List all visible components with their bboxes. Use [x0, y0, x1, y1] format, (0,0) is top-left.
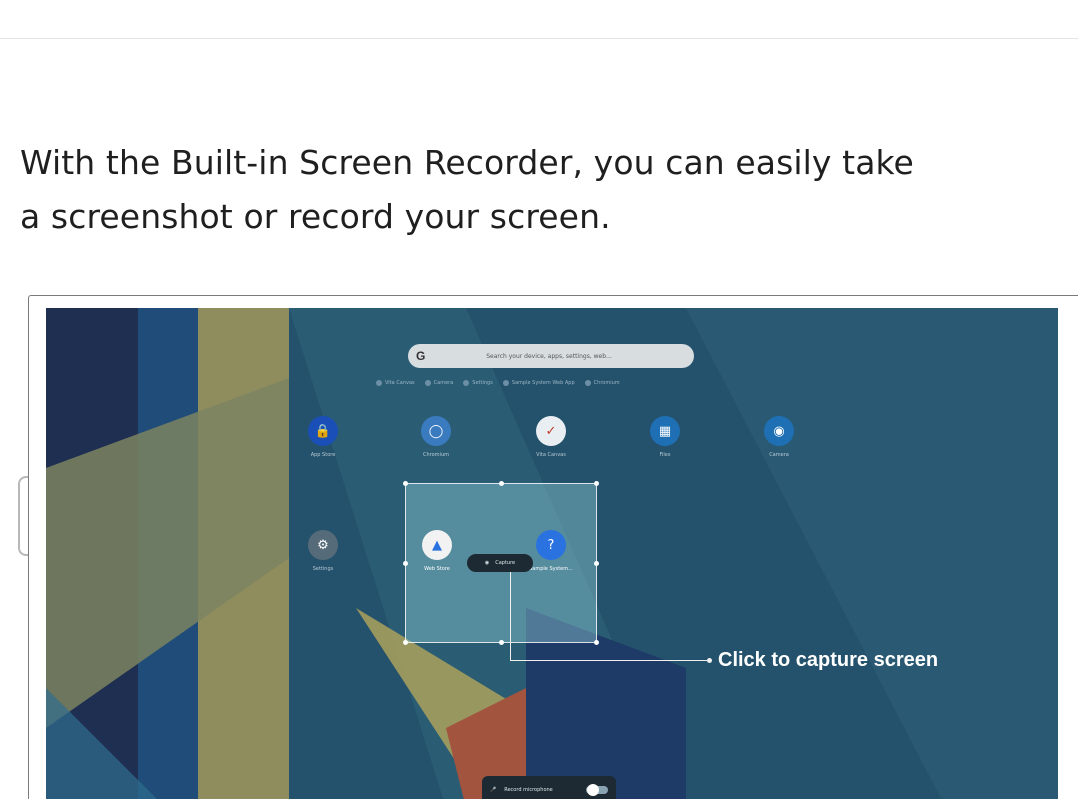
suggestion-chips: Vita Canvas Camera Settings Sample Syste… — [376, 380, 736, 386]
chip-vita-canvas[interactable]: Vita Canvas — [376, 380, 415, 386]
app-label: Camera — [769, 452, 789, 458]
app-settings[interactable]: ⚙ Settings — [293, 530, 353, 572]
chip-label: Sample System Web App — [511, 380, 575, 386]
chip-label: Chromium — [593, 380, 620, 386]
capture-button[interactable]: ◉ Capture — [467, 554, 533, 572]
chip-sample-web-app[interactable]: Sample System Web App — [502, 380, 575, 386]
resize-handle[interactable] — [403, 481, 408, 486]
gear-icon — [463, 380, 470, 386]
camera-icon — [424, 380, 431, 386]
resize-handle[interactable] — [499, 640, 504, 645]
callout-line — [510, 572, 511, 660]
chip-settings[interactable]: Settings — [463, 380, 493, 386]
app-label: Settings — [312, 566, 334, 572]
callout-label: Click to capture screen — [718, 649, 939, 671]
lock-icon: 🔒 — [308, 416, 338, 446]
camera-icon: ◉ — [484, 560, 490, 566]
intro-line-1: With the Built-in Screen Recorder, you c… — [20, 143, 914, 182]
record-microphone-label: Record microphone — [504, 787, 553, 793]
intro-line-2: a screenshot or record your screen. — [20, 197, 611, 236]
resize-handle[interactable] — [499, 481, 504, 486]
app-camera[interactable]: ◉ Camera — [749, 416, 809, 458]
chip-camera[interactable]: Camera — [424, 380, 454, 386]
camera-icon: ◉ — [764, 416, 794, 446]
vita-icon — [376, 380, 382, 386]
resize-handle[interactable] — [594, 561, 599, 566]
app-label: App Store — [310, 452, 336, 458]
top-divider — [0, 38, 1078, 39]
chromium-icon — [584, 380, 591, 386]
gear-icon: ⚙ — [308, 530, 338, 560]
chip-label: Vita Canvas — [385, 380, 415, 386]
resize-handle[interactable] — [594, 640, 599, 645]
chip-label: Camera — [433, 380, 454, 386]
intro-text: With the Built-in Screen Recorder, you c… — [20, 136, 960, 244]
chromium-icon: ◯ — [421, 416, 451, 446]
app-label: Files — [659, 452, 671, 458]
app-chromium[interactable]: ◯ Chromium — [406, 416, 466, 458]
help-icon: ? — [536, 530, 566, 560]
app-label: Web Store — [424, 566, 450, 572]
search-placeholder: Search your device, apps, settings, web.… — [486, 352, 612, 360]
app-app-store[interactable]: 🔒 App Store — [293, 416, 353, 458]
microphone-toggle[interactable] — [586, 784, 608, 796]
callout-arrow — [707, 658, 712, 663]
app-label: Vita Canvas — [536, 452, 566, 458]
resize-handle[interactable] — [403, 640, 408, 645]
app-vita-canvas[interactable]: ✓ Vita Canvas — [521, 416, 581, 458]
app-label: Chromium — [423, 452, 449, 458]
chip-chromium[interactable]: Chromium — [584, 380, 620, 386]
web-store-icon: ▲ — [422, 530, 452, 560]
app-icon — [502, 380, 509, 386]
app-web-store[interactable]: ▲ Web Store — [407, 530, 467, 572]
folder-icon: ▦ — [650, 416, 680, 446]
chip-label: Settings — [472, 380, 493, 386]
vita-icon: ✓ — [536, 416, 566, 446]
resize-handle[interactable] — [594, 481, 599, 486]
capture-button-label: Capture — [495, 560, 516, 566]
launcher-search-box[interactable]: G Search your device, apps, settings, we… — [408, 344, 694, 368]
app-files[interactable]: ▦ Files — [635, 416, 695, 458]
microphone-off-icon: 🎤 — [490, 787, 497, 793]
google-g-icon: G — [416, 349, 426, 363]
callout-line — [510, 660, 708, 661]
desktop-screenshot: G Search your device, apps, settings, we… — [46, 308, 1058, 799]
record-microphone-bar: 🎤 Record microphone — [482, 776, 616, 799]
